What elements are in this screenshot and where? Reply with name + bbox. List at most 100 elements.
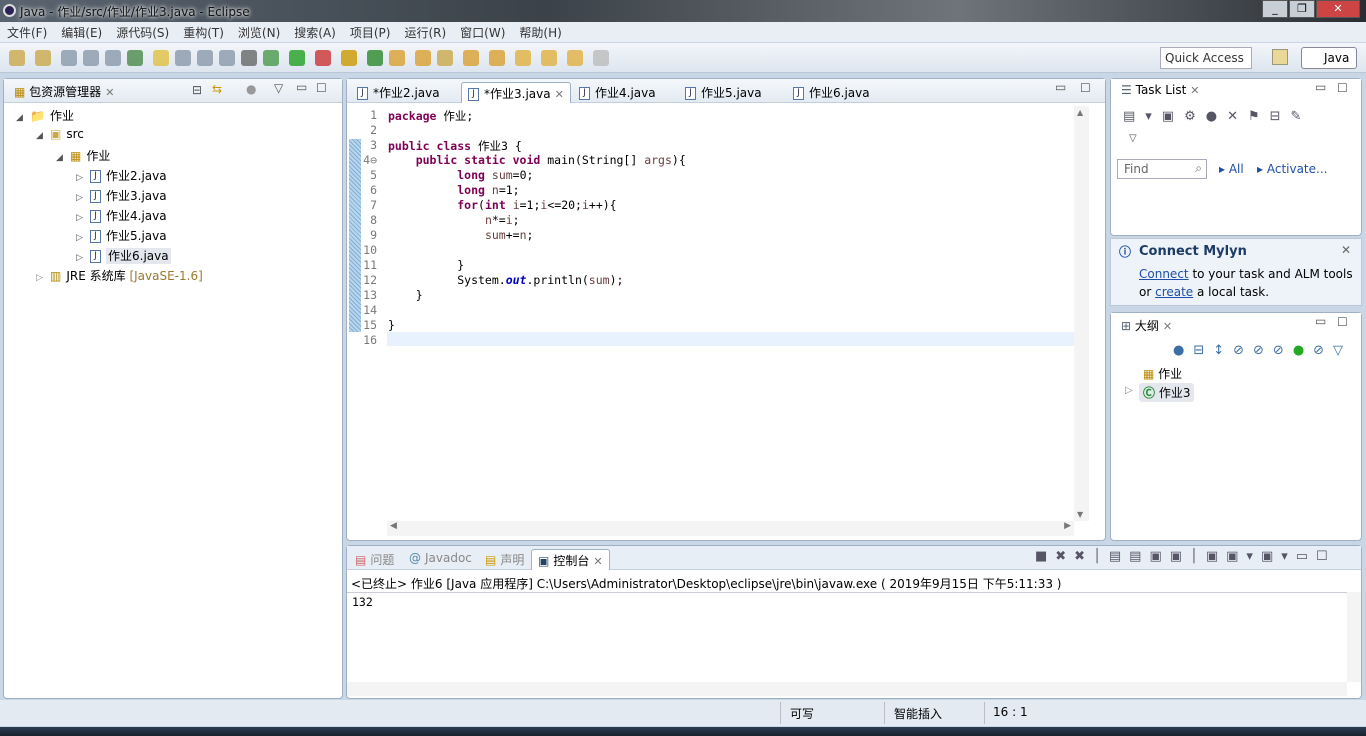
close-icon[interactable]: ✕ xyxy=(1190,84,1199,97)
maximize-view-icon[interactable]: ☐ xyxy=(1080,81,1091,95)
expand-icon[interactable]: ▷ xyxy=(76,233,90,243)
toolbar-button-icon[interactable] xyxy=(463,50,479,66)
toolbar-button-icon[interactable] xyxy=(489,50,505,66)
editor-tab[interactable]: J 作业6.java xyxy=(787,82,876,103)
open-perspective-icon[interactable] xyxy=(1272,49,1288,65)
toolbar-button-icon[interactable] xyxy=(415,50,431,66)
editor-tab[interactable]: J *作业3.java ✕ xyxy=(461,82,571,103)
horizontal-scrollbar[interactable]: ◀ ▶ xyxy=(387,521,1074,536)
task-list-toolbar[interactable]: ▤▾▣⚙●✕⚑⊟✎ xyxy=(1123,109,1311,124)
editor-tab[interactable]: J 作业4.java xyxy=(573,82,662,103)
expand-icon[interactable]: ▷ xyxy=(36,273,50,283)
tree-item[interactable]: ◢ ▦ 作业 xyxy=(56,147,110,164)
toolbar-button-icon[interactable] xyxy=(35,50,51,66)
menu-item[interactable]: 窗口(W) xyxy=(453,22,512,42)
quick-access-input[interactable]: Quick Access xyxy=(1160,47,1252,69)
console-tab[interactable]: ▤ 声明 xyxy=(479,549,530,570)
menu-item[interactable]: 浏览(N) xyxy=(231,22,287,42)
console-horizontal-scrollbar[interactable] xyxy=(347,682,1347,696)
toolbar-button-icon[interactable] xyxy=(567,50,583,66)
collapse-all-icon[interactable]: ⊟ xyxy=(192,83,202,97)
outline-item[interactable]: ▦ 作业 xyxy=(1143,365,1182,382)
close-tab-icon[interactable]: ✕ xyxy=(555,88,564,101)
activate-link[interactable]: ▸ Activate... xyxy=(1257,162,1327,176)
tree-item[interactable]: ◢ 📁 作业 xyxy=(16,107,74,124)
toolbar-button-icon[interactable] xyxy=(389,50,405,66)
maximize-button[interactable]: ❐ xyxy=(1289,0,1315,18)
tree-item-jre[interactable]: ▷ ▥ JRE 系统库 [JavaSE-1.6] xyxy=(36,267,203,284)
maximize-view-icon[interactable]: ☐ xyxy=(1337,81,1348,95)
minimize-view-icon[interactable]: ▭ xyxy=(1055,80,1066,94)
view-menu-icon[interactable]: ▽ xyxy=(274,81,283,95)
toolbar-button-icon[interactable] xyxy=(593,50,609,66)
console-tab[interactable]: @ Javadoc xyxy=(403,549,478,570)
expand-icon[interactable]: ▷ xyxy=(76,213,90,223)
toolbar-button-icon[interactable] xyxy=(127,50,143,66)
outline-toolbar[interactable]: ●⊟↕⊘⊘⊘●⊘▽ xyxy=(1173,343,1352,358)
connect-link[interactable]: Connect xyxy=(1139,267,1189,281)
all-link[interactable]: ▸ All xyxy=(1219,162,1244,176)
link-with-editor-icon[interactable]: ⇆ xyxy=(212,82,222,96)
tree-item[interactable]: ◢ ▣ src xyxy=(36,127,84,141)
toolbar-button-icon[interactable] xyxy=(219,50,235,66)
console-toolbar[interactable]: ■✖✖│▤▤▣▣│▣▣▾▣▾▭☐ xyxy=(1035,549,1336,564)
toolbar-button-icon[interactable] xyxy=(289,50,305,66)
expand-icon[interactable]: ▷ xyxy=(76,173,90,183)
toolbar-button-icon[interactable] xyxy=(83,50,99,66)
toolbar-button-icon[interactable] xyxy=(105,50,121,66)
toolbar-button-icon[interactable] xyxy=(61,50,77,66)
collapse-icon[interactable]: ◢ xyxy=(36,131,50,141)
toolbar-button-icon[interactable] xyxy=(241,50,257,66)
menu-item[interactable]: 重构(T) xyxy=(176,22,231,42)
menu-item[interactable]: 文件(F) xyxy=(0,22,54,42)
toolbar-button-icon[interactable] xyxy=(437,50,453,66)
menu-item[interactable]: 项目(P) xyxy=(343,22,398,42)
menu-item[interactable]: 运行(R) xyxy=(397,22,453,42)
task-find-input[interactable]: Find ⌕ xyxy=(1117,159,1207,179)
minimize-button[interactable]: _ xyxy=(1262,0,1288,18)
console-output[interactable]: 132 xyxy=(352,595,373,609)
toolbar-button-icon[interactable] xyxy=(263,50,279,66)
expand-icon[interactable]: ▷ xyxy=(76,253,90,263)
create-link[interactable]: create xyxy=(1155,285,1193,299)
toolbar-button-icon[interactable] xyxy=(367,50,383,66)
toolbar-button-icon[interactable] xyxy=(9,50,25,66)
close-button[interactable]: ✕ xyxy=(1316,0,1360,18)
expand-icon[interactable]: ▷ xyxy=(1125,385,1133,396)
maximize-view-icon[interactable]: ☐ xyxy=(316,81,327,95)
expand-icon[interactable]: ▷ xyxy=(76,193,90,203)
console-tab[interactable]: ▤ 问题 xyxy=(349,549,400,570)
outline-tab[interactable]: ⊞ 大纲 ✕ xyxy=(1115,315,1178,336)
tree-item[interactable]: ▷ J 作业6.java xyxy=(76,247,171,264)
menu-item[interactable]: 源代码(S) xyxy=(109,22,176,42)
view-menu-icon[interactable]: ▽ xyxy=(1129,133,1137,144)
toolbar-button-icon[interactable] xyxy=(341,50,357,66)
menu-item[interactable]: 搜索(A) xyxy=(287,22,343,42)
menu-item[interactable]: 编辑(E) xyxy=(54,22,109,42)
toolbar-button-icon[interactable] xyxy=(153,50,169,66)
close-tab-icon[interactable]: ✕ xyxy=(593,555,602,568)
toolbar-button-icon[interactable] xyxy=(541,50,557,66)
console-tab[interactable]: ▣ 控制台 ✕ xyxy=(531,549,610,570)
tree-item[interactable]: ▷ J 作业2.java xyxy=(76,167,167,184)
editor-tab[interactable]: J 作业5.java xyxy=(679,82,768,103)
focus-icon[interactable]: ● xyxy=(246,82,256,96)
package-explorer-tab[interactable]: ▦ 包资源管理器 ✕ xyxy=(8,81,120,102)
close-icon[interactable]: ✕ xyxy=(1341,243,1351,257)
console-vertical-scrollbar[interactable] xyxy=(1347,592,1361,682)
task-list-tab[interactable]: ☰ Task List ✕ xyxy=(1115,81,1206,102)
minimize-view-icon[interactable]: ▭ xyxy=(1315,314,1326,328)
close-icon[interactable]: ✕ xyxy=(1163,320,1172,333)
toolbar-button-icon[interactable] xyxy=(197,50,213,66)
java-perspective-button[interactable]: Java xyxy=(1301,47,1357,69)
collapse-icon[interactable]: ◢ xyxy=(16,113,30,123)
close-icon[interactable]: ✕ xyxy=(105,86,114,99)
vertical-scrollbar[interactable]: ▲ ▼ xyxy=(1074,106,1089,521)
tree-item[interactable]: ▷ J 作业4.java xyxy=(76,207,167,224)
toolbar-button-icon[interactable] xyxy=(515,50,531,66)
collapse-icon[interactable]: ◢ xyxy=(56,153,70,163)
editor-tab[interactable]: J *作业2.java xyxy=(351,82,446,103)
toolbar-button-icon[interactable] xyxy=(175,50,191,66)
toolbar-button-icon[interactable] xyxy=(315,50,331,66)
outline-item[interactable]: Ⓒ 作业3 xyxy=(1139,383,1195,402)
